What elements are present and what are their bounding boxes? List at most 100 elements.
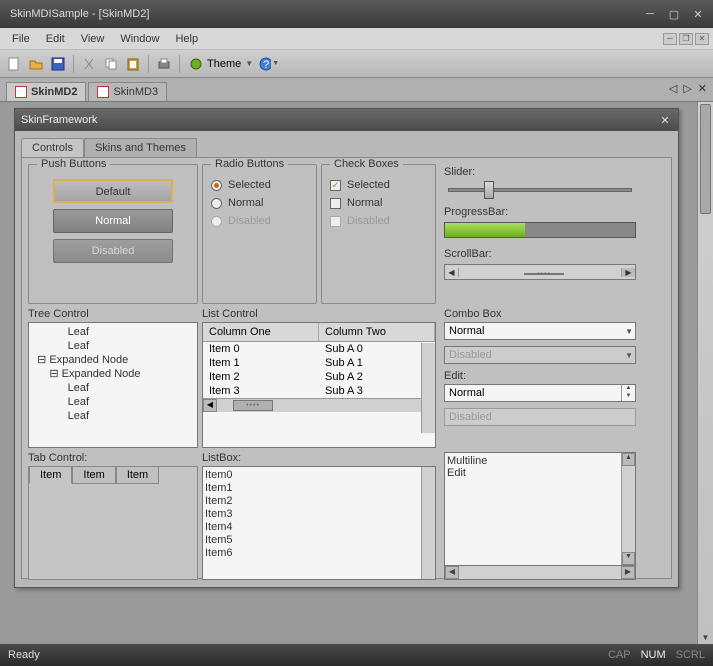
scroll-up-icon[interactable]: ▲ [622, 453, 635, 466]
multiline-hscrollbar[interactable]: ◀ ▶ [444, 566, 636, 580]
listbox-item[interactable]: Item1 [205, 482, 421, 495]
tab-skins-themes[interactable]: Skins and Themes [84, 138, 197, 157]
multiline-text: Multiline [447, 455, 621, 467]
open-icon[interactable] [26, 54, 46, 74]
slider[interactable] [448, 188, 632, 192]
checkbox-normal[interactable]: Normal [330, 197, 427, 209]
tree-item[interactable]: Leaf [31, 395, 195, 409]
progressbar [444, 222, 636, 238]
scroll-left-icon[interactable]: ◀ [445, 566, 459, 579]
combo-box[interactable]: Normal▼ [444, 322, 636, 340]
scroll-left-icon[interactable]: ◀ [445, 268, 459, 277]
tree-control[interactable]: Leaf Leaf ⊟ Expanded Node ⊟ Expanded Nod… [28, 322, 198, 448]
listbox-item[interactable]: Item5 [205, 534, 421, 547]
listbox-scrollbar[interactable] [421, 467, 435, 579]
tree-item[interactable]: Leaf [31, 325, 195, 339]
tab-controls[interactable]: Controls [21, 138, 84, 157]
paste-icon[interactable] [123, 54, 143, 74]
child-title-text: SkinFramework [21, 114, 658, 126]
tree-item[interactable]: Leaf [31, 339, 195, 353]
scrollbar-label: ScrollBar: [444, 248, 636, 260]
mdi-restore-button[interactable]: ❐ [679, 33, 693, 45]
scrollbar-thumb[interactable] [700, 104, 711, 214]
tab-next-icon[interactable]: ▷ [683, 82, 691, 95]
tab-close-icon[interactable]: ✕ [698, 82, 707, 95]
list-control[interactable]: Column One Column Two Item 0Sub A 0 Item… [202, 322, 436, 448]
child-window: SkinFramework ✕ Controls Skins and Theme… [14, 108, 679, 588]
tab-prev-icon[interactable]: ◁ [669, 82, 677, 95]
tab-item[interactable]: Item [116, 466, 159, 484]
list-horizontal-scrollbar[interactable]: ◀ •••• ▶ [203, 398, 435, 412]
listbox-item[interactable]: Item3 [205, 508, 421, 521]
spin-up-icon[interactable]: ▲ [621, 385, 635, 393]
listbox-item[interactable]: Item4 [205, 521, 421, 534]
normal-button[interactable]: Normal [53, 209, 173, 233]
tree-item[interactable]: ⊟ Expanded Node [31, 367, 195, 381]
multiline-vscrollbar[interactable]: ▲ ▼ [621, 453, 635, 565]
spin-down-icon[interactable]: ▼ [621, 393, 635, 401]
scroll-down-icon[interactable]: ▼ [622, 552, 635, 565]
cap-indicator: CAP [608, 649, 631, 661]
scrollbar-thumb[interactable]: •••• [524, 273, 564, 275]
combo-box-disabled: Disabled▼ [444, 346, 636, 364]
edit-label: Edit: [444, 370, 636, 382]
listbox[interactable]: Item0 Item1 Item2 Item3 Item4 Item5 Item… [202, 466, 436, 580]
child-close-button[interactable]: ✕ [658, 113, 672, 127]
scroll-right-icon[interactable]: ▶ [621, 566, 635, 579]
list-row[interactable]: Item 3Sub A 3 [203, 384, 435, 398]
tree-item[interactable]: Leaf [31, 381, 195, 395]
tree-item[interactable]: ⊟ Expanded Node [31, 353, 195, 367]
scroll-right-icon[interactable]: ▶ [621, 268, 635, 277]
tree-item[interactable]: Leaf [31, 409, 195, 423]
tab-item[interactable]: Item [29, 466, 72, 484]
group-legend: Push Buttons [37, 158, 110, 170]
tab-item[interactable]: Item [72, 466, 115, 484]
doctab-skinmd3[interactable]: SkinMD3 [88, 82, 167, 101]
edit-spinner[interactable]: Normal▲▼ [444, 384, 636, 402]
list-vertical-scrollbar[interactable] [421, 343, 435, 433]
list-row[interactable]: Item 0Sub A 0 [203, 342, 435, 356]
menu-file[interactable]: File [4, 31, 38, 47]
radio-normal[interactable]: Normal [211, 197, 308, 209]
listbox-item[interactable]: Item6 [205, 547, 421, 560]
column-header[interactable]: Column Two [319, 323, 435, 341]
menu-window[interactable]: Window [112, 31, 167, 47]
copy-icon[interactable] [101, 54, 121, 74]
tab-control-section: Tab Control: Item Item Item [28, 452, 198, 580]
vertical-scrollbar[interactable]: ▼ [697, 102, 713, 644]
toolbar-separator [179, 55, 180, 73]
listbox-item[interactable]: Item0 [205, 469, 421, 482]
radio-selected[interactable]: Selected [211, 179, 308, 191]
minimize-button[interactable]: ─ [641, 7, 659, 21]
column-header[interactable]: Column One [203, 323, 319, 341]
multiline-edit[interactable]: Multiline Edit ▲ ▼ [444, 452, 636, 566]
slider-thumb[interactable] [484, 181, 494, 199]
listbox-item[interactable]: Item2 [205, 495, 421, 508]
doctab-skinmd2[interactable]: SkinMD2 [6, 82, 86, 101]
scrl-indicator: SCRL [676, 649, 705, 661]
scroll-down-icon[interactable]: ▼ [698, 630, 713, 644]
mdi-client-area: ▼ SkinFramework ✕ Controls Skins and The… [0, 102, 713, 644]
cut-icon[interactable] [79, 54, 99, 74]
checkbox-selected[interactable]: ✓Selected [330, 179, 427, 191]
edit-disabled: Disabled [444, 408, 636, 426]
menu-edit[interactable]: Edit [38, 31, 73, 47]
mdi-minimize-button[interactable]: ─ [663, 33, 677, 45]
close-button[interactable]: ✕ [689, 7, 707, 21]
scrollbar-thumb[interactable]: •••• [233, 400, 273, 411]
save-icon[interactable] [48, 54, 68, 74]
theme-selector[interactable]: Theme ▼ [185, 55, 257, 73]
default-button[interactable]: Default [53, 179, 173, 203]
help-icon[interactable]: ?▼ [259, 54, 279, 74]
menu-help[interactable]: Help [167, 31, 206, 47]
list-row[interactable]: Item 1Sub A 1 [203, 356, 435, 370]
mdi-close-button[interactable]: ✕ [695, 33, 709, 45]
horizontal-scrollbar[interactable]: ◀ •••• ▶ [444, 264, 636, 280]
menu-view[interactable]: View [73, 31, 113, 47]
new-icon[interactable] [4, 54, 24, 74]
maximize-button[interactable]: ▢ [665, 7, 683, 21]
scroll-left-icon[interactable]: ◀ [203, 399, 217, 412]
print-icon[interactable] [154, 54, 174, 74]
toolbar-separator [73, 55, 74, 73]
list-row[interactable]: Item 2Sub A 2 [203, 370, 435, 384]
